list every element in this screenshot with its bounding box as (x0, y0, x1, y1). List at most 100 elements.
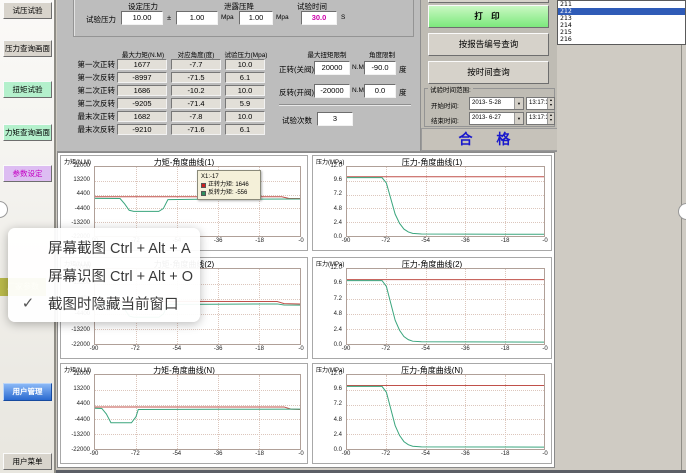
test-count-label: 试验次数 (282, 115, 312, 126)
pressure-value: 10.0 (225, 85, 265, 96)
start-time-spinner[interactable]: 13:17:35 ▲▼ (526, 97, 555, 110)
x-axis-ticks: -90-72-54-36-18-0 (94, 451, 301, 461)
chart-pressure-angle-2: 压力(MPa) 压力-角度曲线(2) 12.09.67.24.82.40.0 -… (312, 257, 552, 359)
reverse-angle-input[interactable]: 0.0 (364, 84, 396, 98)
forward-torque-input[interactable]: 20000 (314, 61, 350, 75)
start-date-dropdown[interactable]: 2013- 5-28 ▼ (469, 97, 524, 110)
report-number-list[interactable]: 211 212 213 214 215 216 (557, 0, 686, 45)
checkmark-icon: ✓ (8, 294, 48, 312)
list-item[interactable]: 211 (558, 1, 685, 8)
y-axis-ticks: 12.09.67.24.82.40.0 (313, 268, 344, 345)
reverse-torque-input[interactable]: -20000 (314, 84, 350, 98)
angle-value: -7.7 (171, 59, 221, 70)
torque-value: -9205 (117, 98, 167, 109)
pressure-value: 10.0 (225, 59, 265, 70)
plus-minus-sign: ± (167, 13, 171, 22)
menu-item-screen-capture[interactable]: 屏幕截图 Ctrl + Alt + A (8, 233, 200, 261)
col-header-angle: 对应角度(度) (169, 49, 223, 59)
sidebar-item-user-management[interactable]: 用户管理 (3, 383, 52, 401)
plot-area (346, 166, 545, 237)
end-date-dropdown[interactable]: 2013- 6-27 ▼ (469, 112, 524, 125)
row-label: 第一次正转 (57, 59, 115, 70)
list-item[interactable]: 214 (558, 22, 685, 29)
test-pressure-label: 试验压力 (86, 14, 116, 25)
row-label: 第一次反转 (57, 72, 115, 83)
seconds-unit: S (341, 14, 345, 21)
plot-area (346, 374, 545, 450)
start-time-label: 开始时间: (431, 100, 459, 110)
col-header-pressure: 试验压力(Mpa) (221, 49, 271, 59)
x-axis-ticks: -90-72-54-36-18-0 (346, 346, 545, 356)
query-panel: 打 印 按报告编号查询 按时间查询 试验时间范围: 开始时间: 2013- 5-… (420, 0, 557, 152)
col-header-max-torque: 最大力矩(N.M) (115, 49, 171, 59)
sidebar-item-torque-test[interactable]: 扭矩试验 (3, 81, 52, 98)
chart-legend-tooltip: X1:-17 正转力矩: 1646 反转力矩: -556 (197, 170, 261, 200)
test-settings-panel: 设定压力 试验压力 10.00 ± 1.00 Mpa 泄露压降 1.00 Mpa… (57, 0, 420, 152)
chart-pressure-angle-1: 压力(MPa) 压力-角度曲线(1) 12.09.67.24.82.40.0 -… (312, 155, 552, 251)
test-count-input[interactable]: 3 (317, 112, 353, 126)
y-axis-ticks: 22000132004400-4400-13200-22000 (61, 166, 92, 237)
torque-value: 1677 (117, 59, 167, 70)
plot-area (94, 374, 301, 450)
dropdown-arrow-icon[interactable]: ▼ (514, 98, 523, 109)
screen-capture-handle-right-icon[interactable] (678, 203, 686, 220)
test-time-input[interactable]: 30.0 (301, 11, 337, 25)
list-item[interactable]: 213 (558, 15, 685, 22)
angle-value: -10.2 (171, 85, 221, 96)
start-date-value: 2013- 5-28 (472, 100, 501, 106)
time-range-groupbox: 试验时间范围: 开始时间: 2013- 5-28 ▼ 13:17:35 ▲▼ 结… (424, 88, 555, 127)
query-by-report-button[interactable]: 按报告编号查询 (428, 33, 549, 56)
nm-unit-2: N.M (352, 87, 364, 94)
clipped-top-button[interactable] (428, 0, 549, 3)
angle-limit-header: 角度限制 (359, 49, 405, 59)
mpa-unit-2: Mpa (276, 14, 289, 21)
pressure-value: 5.9 (225, 98, 265, 109)
result-row-6: 最末次反转 -9210 -71.6 6.1 (57, 124, 420, 136)
list-item-selected[interactable]: 212 (558, 8, 685, 15)
chart-pressure-angle-n: 压力(MPa) 压力-角度曲线(N) 12.09.67.24.82.40.0 -… (312, 363, 552, 464)
mpa-unit: Mpa (221, 14, 234, 21)
pass-verdict: 合 格 (421, 128, 557, 151)
forward-angle-input[interactable]: -90.0 (364, 61, 396, 75)
red-series-swatch-icon (201, 183, 206, 188)
y-axis-ticks: 12.09.67.24.82.40.0 (313, 166, 344, 237)
row-label: 最末次正转 (57, 111, 115, 122)
limits-separator (279, 104, 411, 106)
sidebar-item-user-menu[interactable]: 用户菜单 (3, 453, 52, 470)
torque-value: 1686 (117, 85, 167, 96)
plot-area (346, 268, 545, 345)
torque-value: 1682 (117, 111, 167, 122)
reverse-open-label: 反转(开阀) (279, 87, 314, 98)
spinner-arrows-icon[interactable]: ▲▼ (547, 98, 554, 109)
angle-value: -71.6 (171, 124, 221, 135)
menu-item-label: 屏幕识图 Ctrl + Alt + O (48, 265, 193, 286)
angle-value: -71.4 (171, 98, 221, 109)
forward-close-label: 正转(关阀) (279, 64, 314, 75)
print-button[interactable]: 打 印 (428, 5, 549, 28)
pressure-value: 10.0 (225, 111, 265, 122)
green-series-swatch-icon (201, 191, 206, 196)
sidebar-item-pressure-query[interactable]: 压力查询画面 (3, 40, 52, 57)
test-pressure-input[interactable]: 10.00 (121, 11, 163, 25)
sidebar-item-pressure-test[interactable]: 试压试验 (3, 2, 52, 19)
tolerance-input[interactable]: 1.00 (176, 11, 218, 25)
leak-drop-input[interactable]: 1.00 (239, 11, 273, 25)
spinner-arrows-icon[interactable]: ▲▼ (547, 113, 554, 124)
sidebar-item-torque-query[interactable]: 力矩查询画面 (3, 124, 52, 141)
x-axis-ticks: -90-72-54-36-18-0 (346, 451, 545, 461)
sidebar-item-param-setting[interactable]: 参数设定 (3, 165, 52, 182)
menu-item-label: 截图时隐藏当前窗口 (48, 293, 179, 314)
list-item[interactable]: 215 (558, 29, 685, 36)
dropdown-arrow-icon[interactable]: ▼ (514, 113, 523, 124)
angle-value: -71.5 (171, 72, 221, 83)
query-by-time-button[interactable]: 按时间查询 (428, 61, 549, 84)
menu-item-screen-ocr[interactable]: 屏幕识图 Ctrl + Alt + O (8, 261, 200, 289)
menu-item-label: 屏幕截图 Ctrl + Alt + A (48, 237, 191, 258)
row-label: 第二次正转 (57, 85, 115, 96)
menu-item-hide-window-on-capture[interactable]: ✓ 截图时隐藏当前窗口 (8, 289, 200, 317)
chart-torque-angle-n: 力矩(N.M) 力矩-角度曲线(N) 22000132004400-4400-1… (60, 363, 308, 464)
deg-unit-2: 度 (399, 87, 407, 98)
list-item[interactable]: 216 (558, 36, 685, 43)
end-time-spinner[interactable]: 13:17:35 ▲▼ (526, 112, 555, 125)
pressure-value: 6.1 (225, 124, 265, 135)
